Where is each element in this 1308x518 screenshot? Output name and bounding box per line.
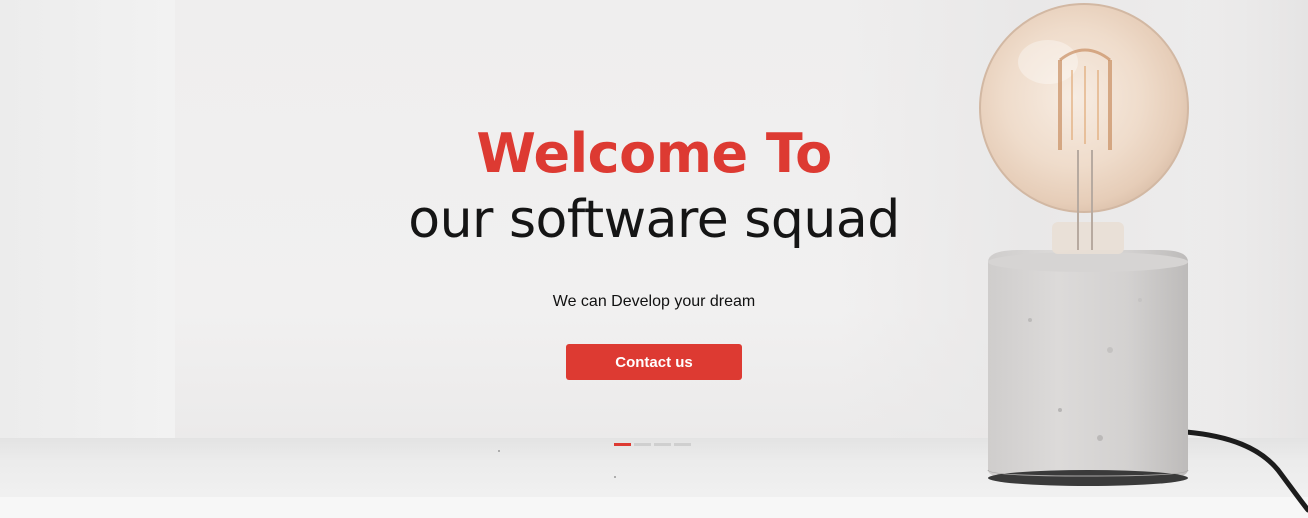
hero-content: Welcome To our software squad We can Dev… [304,120,1004,380]
carousel-indicator-1[interactable] [614,443,631,446]
carousel-indicator-4[interactable] [674,443,691,446]
carousel-indicators [614,443,691,446]
shelf-speck [498,450,500,452]
carousel-indicator-3[interactable] [654,443,671,446]
hero-section: Welcome To our software squad We can Dev… [0,0,1308,518]
wall-shade-left [0,0,175,438]
hero-title-accent: Welcome To [476,122,832,185]
shelf-speck [614,476,616,478]
hero-tagline: We can Develop your dream [552,293,756,310]
carousel-indicator-2[interactable] [634,443,651,446]
contact-us-button[interactable]: Contact us [566,344,742,380]
lightbulb-lamp-image [979,0,1308,513]
hero-title: our software squad [408,190,900,250]
